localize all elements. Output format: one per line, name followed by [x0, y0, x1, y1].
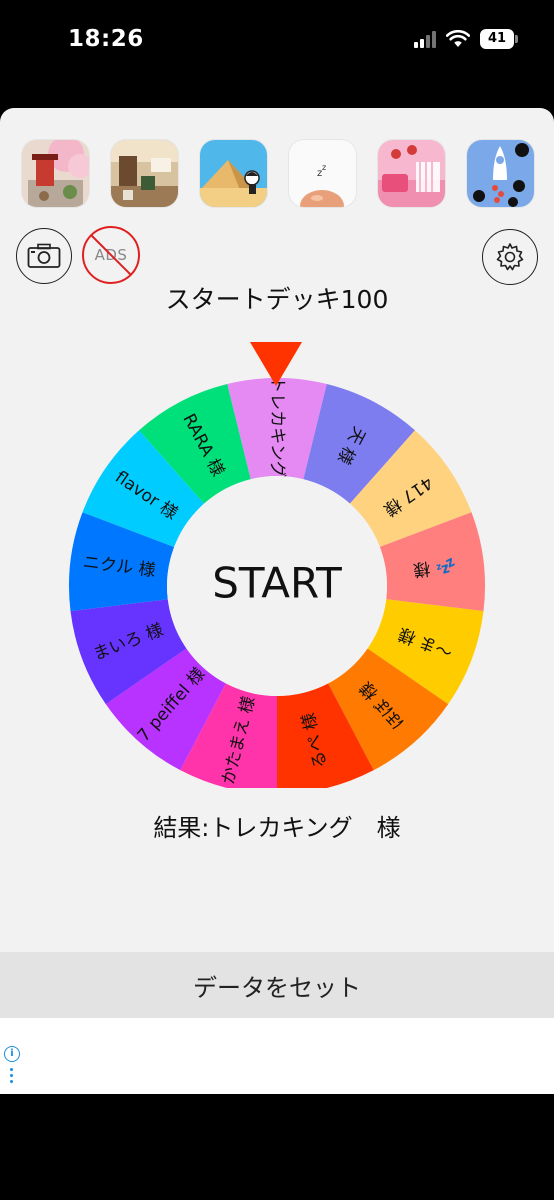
status-bar: 18:26 41	[0, 0, 554, 90]
rocket-dots-game-icon[interactable]	[467, 140, 534, 207]
gear-icon	[496, 243, 524, 271]
set-data-label: データをセット	[193, 973, 361, 1002]
roulette-wheel[interactable]: トレカキング天 様417 様💤 様〜ま 様ほぼ 様るぺ 様かたまえ 様7 pei…	[0, 338, 554, 788]
no-ads-icon	[90, 234, 132, 276]
svg-text:z: z	[322, 163, 326, 172]
promo-app-row: z z	[22, 140, 534, 207]
status-time: 18:26	[68, 26, 144, 52]
status-indicators: 41	[414, 29, 518, 49]
camera-icon	[27, 243, 61, 268]
cafe-room-escape-game-icon[interactable]	[111, 140, 178, 207]
result-text: 結果:トレカキング 様	[153, 814, 401, 842]
roulette-area: トレカキング天 様 417 様 💤 様〜ま 様ほぼ 様るぺ 様かたまえ 様7 pei…	[0, 338, 554, 788]
set-data-button[interactable]: データをセット	[0, 952, 554, 1018]
settings-button[interactable]	[482, 229, 538, 285]
remove-ads-button[interactable]: ADS	[82, 226, 140, 284]
camera-button[interactable]	[16, 228, 72, 284]
start-label[interactable]: START	[212, 559, 342, 608]
sleeping-egg-game-icon[interactable]: z z	[289, 140, 356, 207]
deck-title: スタートデッキ100	[165, 285, 389, 314]
pink-toy-room-game-icon[interactable]	[378, 140, 445, 207]
ad-banner[interactable]: i	[0, 1018, 554, 1094]
wifi-icon	[446, 30, 470, 47]
battery-indicator: 41	[480, 29, 518, 49]
screen: 18:26 41 z z スタートデッキ100 トレカキング 天 様 417 様…	[0, 0, 554, 1200]
ad-more-icon[interactable]	[10, 1068, 13, 1083]
cellular-signal-icon	[414, 30, 436, 48]
desert-pyramid-game-icon[interactable]	[200, 140, 267, 207]
cherry-blossom-shrine-game-icon[interactable]	[22, 140, 89, 207]
ad-info-icon[interactable]: i	[4, 1046, 20, 1062]
app-sheet: z z スタートデッキ100 トレカキング 天 様 417 様 💤 様 〜ま 様…	[0, 108, 554, 1094]
wheel-segment-label: トレカキング	[267, 376, 287, 478]
